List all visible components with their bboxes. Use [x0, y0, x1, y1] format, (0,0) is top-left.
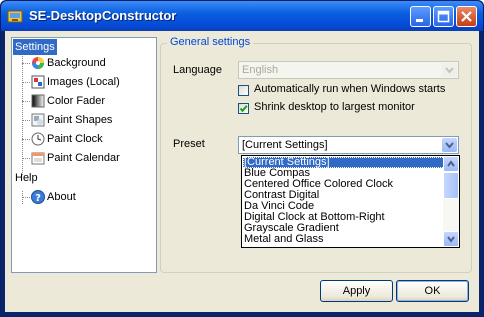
language-select[interactable]: English [238, 61, 459, 79]
tree-connector [22, 54, 23, 175]
calendar-icon [31, 151, 45, 165]
preset-label: Preset [173, 138, 205, 150]
app-icon [7, 8, 23, 24]
tree-connector [22, 158, 30, 159]
chevron-down-icon [442, 63, 457, 77]
tree-connector [22, 120, 30, 121]
tree-item-about[interactable]: About [47, 189, 76, 205]
preset-option[interactable]: Metal and Glass [243, 234, 445, 245]
dropdown-scrollbar[interactable] [443, 156, 459, 247]
tree-item-settings[interactable]: Settings [13, 39, 57, 55]
title-bar[interactable]: SE-DesktopConstructor [1, 1, 483, 31]
preset-dropdown-list[interactable]: [Current Settings] Blue Compas Centered … [241, 155, 460, 248]
tree-item-paint-clock[interactable]: Paint Clock [47, 131, 103, 147]
maximize-icon [437, 10, 450, 23]
gradient-icon [31, 94, 45, 108]
app-window: SE-DesktopConstructor Settings Backgroun… [0, 0, 484, 317]
chevron-up-icon [447, 160, 455, 167]
autorun-label: Automatically run when Windows starts [254, 83, 446, 95]
shrink-checkbox[interactable] [238, 103, 249, 114]
minimize-button[interactable] [410, 6, 431, 27]
preset-select[interactable]: [Current Settings] [238, 136, 459, 154]
chevron-down-icon[interactable] [442, 138, 457, 152]
autorun-checkbox[interactable] [238, 85, 249, 96]
checkmark-icon [239, 105, 248, 113]
help-icon: ? [31, 190, 45, 204]
tree-item-background[interactable]: Background [47, 55, 106, 71]
minimize-icon [416, 19, 423, 22]
ok-button[interactable]: OK [396, 280, 469, 302]
scroll-thumb[interactable] [443, 172, 459, 199]
language-value: English [242, 64, 279, 76]
window-title: SE-DesktopConstructor [29, 8, 177, 23]
close-icon [461, 11, 472, 22]
scroll-down-button[interactable] [443, 231, 459, 247]
settings-tree[interactable]: Settings Background Images (Local) Color… [11, 37, 157, 273]
svg-text:?: ? [35, 193, 41, 204]
group-title: General settings [167, 36, 254, 48]
image-icon [31, 75, 45, 89]
tree-item-images-local[interactable]: Images (Local) [47, 74, 120, 90]
shrink-label: Shrink desktop to largest monitor [254, 101, 415, 113]
preset-value: [Current Settings] [242, 139, 328, 151]
language-label: Language [173, 64, 222, 76]
tree-connector [22, 139, 30, 140]
client-area: Settings Background Images (Local) Color… [5, 31, 479, 312]
shapes-icon [31, 113, 45, 127]
tree-item-paint-calendar[interactable]: Paint Calendar [47, 150, 120, 166]
tree-connector [22, 197, 30, 198]
tree-item-help[interactable]: Help [15, 170, 38, 186]
tree-item-color-fader[interactable]: Color Fader [47, 93, 105, 109]
chevron-down-icon [447, 236, 455, 243]
scroll-up-button[interactable] [443, 156, 459, 172]
maximize-button[interactable] [433, 6, 454, 27]
tree-connector [22, 101, 30, 102]
clock-icon [31, 132, 45, 146]
close-button[interactable] [456, 6, 477, 27]
apply-button[interactable]: Apply [320, 280, 393, 302]
tree-item-paint-shapes[interactable]: Paint Shapes [47, 112, 112, 128]
tree-connector [22, 63, 30, 64]
color-wheel-icon [31, 56, 45, 70]
tree-connector [22, 82, 30, 83]
